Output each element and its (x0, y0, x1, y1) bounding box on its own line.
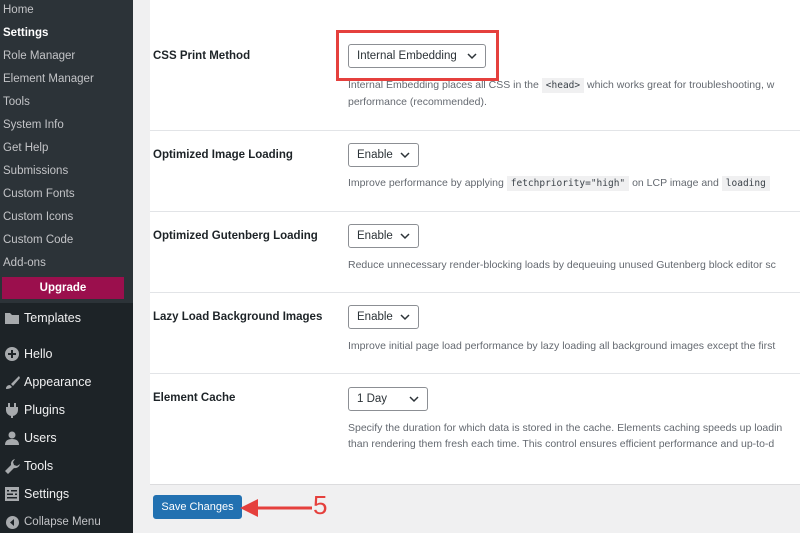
element-cache-value: 1 Day (357, 393, 388, 405)
submenu-item-tools[interactable]: Tools (3, 96, 30, 108)
menu-label-plugins: Plugins (24, 403, 65, 417)
menu-label-appearance: Appearance (24, 375, 92, 389)
setting-row-element-cache: Element Cache 1 Day Specify the duration… (150, 373, 800, 473)
paintbrush-icon (0, 375, 24, 390)
gutenberg-loading-value: Enable (357, 230, 393, 242)
menu-item-appearance[interactable]: Appearance (0, 370, 133, 394)
setting-desc-css-print: Internal Embedding places all CSS in the… (348, 77, 774, 110)
menu-item-settings[interactable]: Settings (0, 482, 133, 506)
gutenberg-loading-select[interactable]: Enable (348, 224, 419, 248)
menu-item-templates[interactable]: Templates (0, 306, 133, 330)
menu-label-collapse: Collapse Menu (24, 516, 101, 528)
submenu-item-element-manager[interactable]: Element Manager (3, 73, 94, 85)
highlight-annotation-box (336, 30, 499, 81)
plus-circle-icon (0, 347, 24, 361)
setting-desc-gutenberg: Reduce unnecessary render-blocking loads… (348, 259, 776, 271)
menu-item-users[interactable]: Users (0, 426, 133, 450)
menu-label-tools: Tools (24, 459, 54, 473)
chevron-down-icon (400, 314, 410, 321)
lazy-bg-select[interactable]: Enable (348, 305, 419, 329)
setting-row-lazy-bg: Lazy Load Background Images Enable Impro… (150, 292, 800, 373)
image-loading-desc-a: Improve performance by applying (348, 177, 504, 189)
image-loading-value: Enable (357, 149, 393, 161)
submenu-item-custom-fonts[interactable]: Custom Fonts (3, 188, 75, 200)
css-print-desc-b: which works great for troubleshooting, w (587, 79, 775, 91)
folder-icon (0, 311, 24, 325)
collapse-arrow-icon (0, 515, 24, 529)
annotation-step-number: 5 (313, 490, 328, 520)
setting-label-css-print: CSS Print Method (153, 50, 251, 62)
menu-label-users: Users (24, 431, 57, 445)
setting-desc-image-loading: Improve performance by applying fetchpri… (348, 175, 770, 192)
chevron-down-icon (400, 152, 410, 159)
menu-item-plugins[interactable]: Plugins (0, 398, 133, 422)
submenu-item-custom-icons[interactable]: Custom Icons (3, 211, 73, 223)
submenu-item-custom-code[interactable]: Custom Code (3, 234, 73, 246)
annotation-arrow-icon (240, 499, 312, 517)
submenu-item-settings[interactable]: Settings (3, 27, 48, 39)
submenu-panel: Home Settings Role Manager Element Manag… (0, 0, 133, 303)
css-print-desc-line2: performance (recommended). (348, 96, 487, 108)
setting-row-image-loading: Optimized Image Loading Enable Improve p… (150, 130, 800, 211)
setting-row-gutenberg: Optimized Gutenberg Loading Enable Reduc… (150, 211, 800, 292)
image-loading-desc-code2: loading (721, 176, 770, 191)
menu-label-settings: Settings (24, 487, 70, 501)
element-cache-desc-line1: Specify the duration for which data is s… (348, 422, 783, 434)
image-loading-desc-code1: fetchpriority="high" (506, 176, 630, 191)
plug-icon (0, 402, 24, 418)
menu-item-tools[interactable]: Tools (0, 454, 133, 478)
element-cache-desc-line2: than rendering them fresh each time. Thi… (348, 438, 775, 450)
setting-label-image-loading: Optimized Image Loading (153, 149, 293, 161)
settings-sliders-icon (0, 487, 24, 501)
upgrade-button[interactable]: Upgrade (2, 277, 124, 299)
menu-label-hello: Hello (24, 347, 53, 361)
submenu-item-add-ons[interactable]: Add-ons (3, 257, 46, 269)
setting-desc-lazy-bg: Improve initial page load performance by… (348, 340, 776, 352)
lazy-bg-value: Enable (357, 311, 393, 323)
submenu-item-system-info[interactable]: System Info (3, 119, 64, 131)
collapse-menu-button[interactable]: Collapse Menu (0, 510, 133, 533)
setting-label-gutenberg: Optimized Gutenberg Loading (153, 230, 318, 242)
setting-desc-element-cache: Specify the duration for which data is s… (348, 420, 782, 452)
menu-label-templates: Templates (24, 311, 81, 325)
element-cache-select[interactable]: 1 Day (348, 387, 428, 411)
submenu-item-submissions[interactable]: Submissions (3, 165, 68, 177)
image-loading-desc-b: on LCP image and (632, 177, 719, 189)
save-changes-button[interactable]: Save Changes (153, 495, 242, 519)
chevron-down-icon (400, 233, 410, 240)
submenu-item-home[interactable]: Home (3, 4, 34, 16)
setting-label-lazy-bg: Lazy Load Background Images (153, 311, 323, 323)
submenu-item-get-help[interactable]: Get Help (3, 142, 48, 154)
chevron-down-icon (409, 396, 419, 403)
image-loading-select[interactable]: Enable (348, 143, 419, 167)
css-print-desc-code: <head> (541, 78, 585, 93)
admin-sidebar: Home Settings Role Manager Element Manag… (0, 0, 133, 533)
menu-item-hello[interactable]: Hello (0, 342, 133, 366)
submenu-item-role-manager[interactable]: Role Manager (3, 50, 75, 62)
user-icon (0, 431, 24, 445)
setting-label-element-cache: Element Cache (153, 392, 236, 404)
settings-main: CSS Print Method Internal Embedding Inte… (133, 0, 800, 533)
wrench-icon (0, 458, 24, 474)
